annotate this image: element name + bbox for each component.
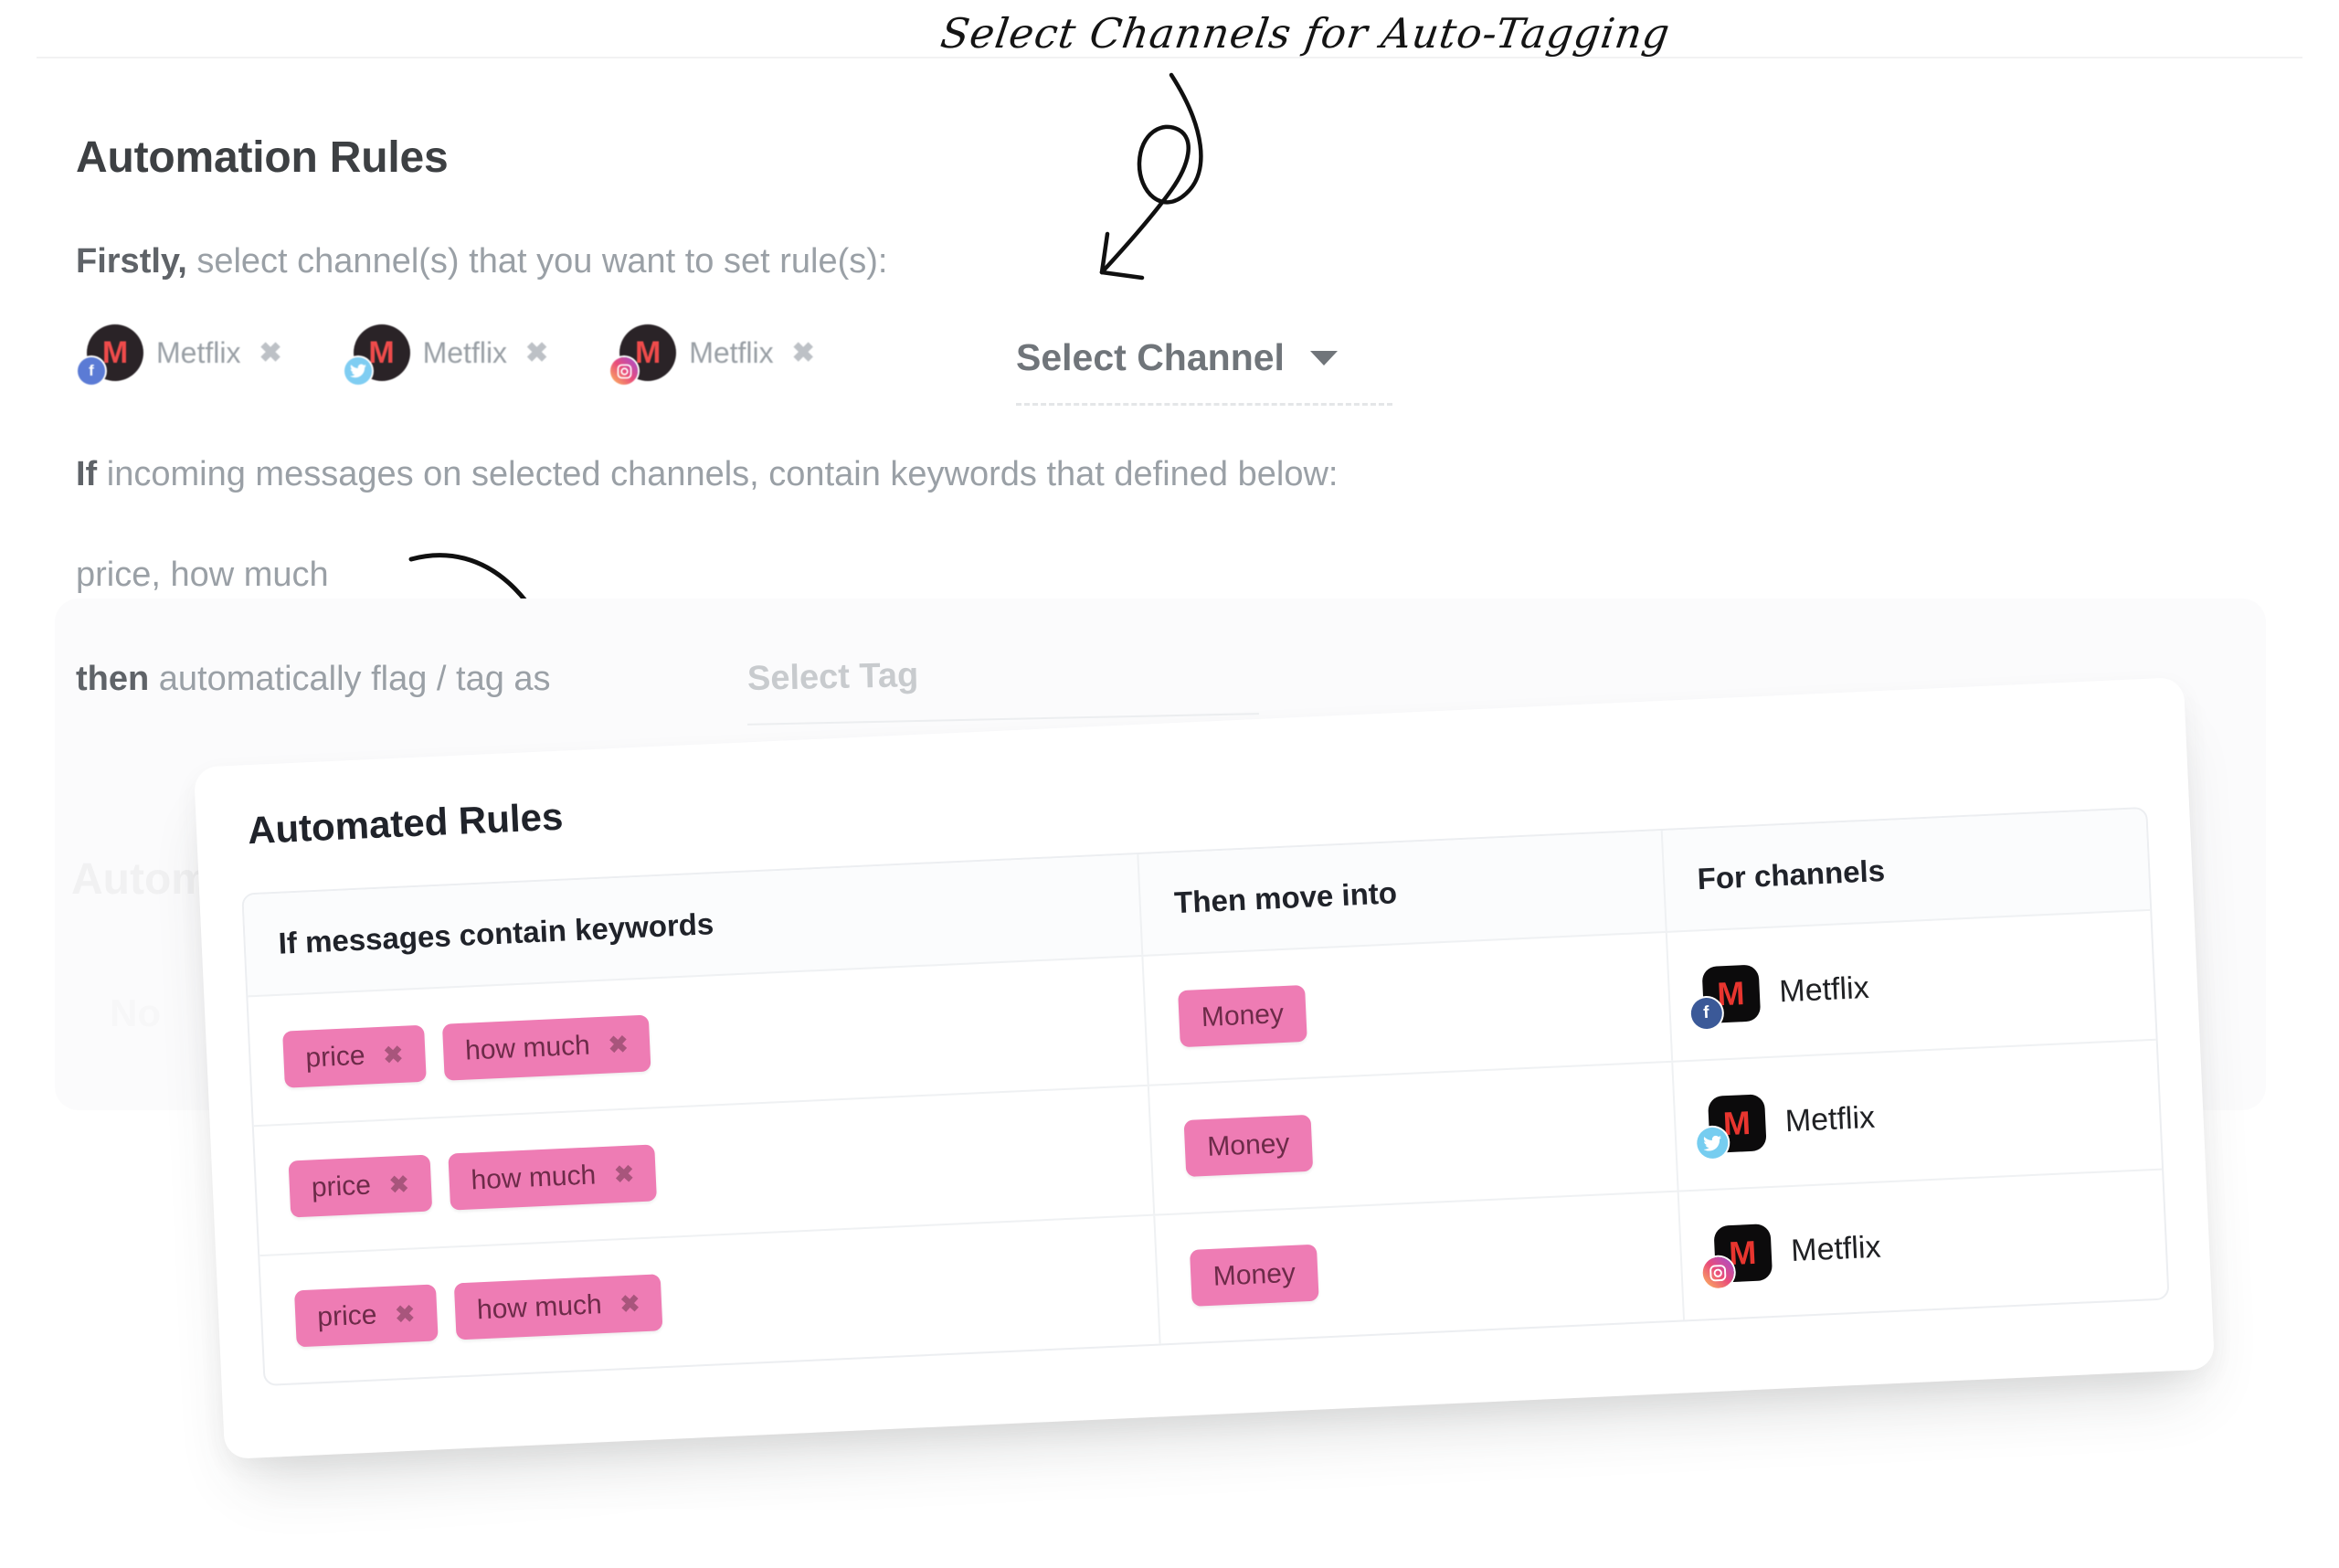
automated-rules-table: If messages contain keywords Then move i… (241, 806, 2170, 1387)
remove-keyword-icon[interactable]: ✖ (619, 1289, 640, 1319)
facebook-icon: f (78, 357, 105, 385)
background-text-obscured: No (110, 991, 161, 1034)
automated-rules-card: Automated Rules If messages contain keyw… (193, 676, 2216, 1460)
channel-chip-label: Metflix (689, 335, 774, 369)
channel-name: Metflix (1790, 1229, 1882, 1268)
keywords-input-value[interactable]: price, how much (76, 556, 329, 595)
remove-keyword-icon[interactable]: ✖ (388, 1170, 409, 1199)
keyword-tag[interactable]: how much ✖ (441, 1014, 651, 1081)
row-move-into-cell: Money (1148, 1062, 1678, 1214)
row-move-into-cell: Money (1153, 1192, 1683, 1344)
remove-keyword-icon[interactable]: ✖ (395, 1299, 416, 1329)
select-channel-dropdown[interactable]: Select Channel (1016, 336, 1392, 406)
twitter-icon (344, 357, 372, 385)
instagram-icon (1701, 1255, 1735, 1289)
keyword-tag-label: price (316, 1299, 378, 1333)
selected-channels-list: M f Metflix ✖ M Metflix ✖ M Metflix ✖ (78, 324, 886, 385)
row-channel-cell: M Metflix (1670, 1040, 2163, 1191)
column-header-for-channels: For channels (1660, 808, 2151, 931)
remove-keyword-icon[interactable]: ✖ (608, 1030, 629, 1059)
channel-name: Metflix (1783, 1099, 1876, 1139)
channel-chip-facebook[interactable]: M f Metflix ✖ (78, 324, 282, 385)
close-icon[interactable]: ✖ (525, 337, 548, 369)
avatar: M (1696, 1094, 1767, 1160)
close-icon[interactable]: ✖ (792, 337, 815, 369)
keyword-tag[interactable]: price ✖ (282, 1024, 427, 1088)
keyword-tag[interactable]: price ✖ (294, 1284, 439, 1348)
instruction-if: If incoming messages on selected channel… (76, 455, 1338, 494)
instruction-if-rest: incoming messages on selected channels, … (97, 455, 1339, 493)
avatar: M (1701, 1224, 1773, 1289)
chevron-down-icon (1309, 350, 1338, 366)
instruction-then: then automatically flag / tag as (76, 660, 551, 699)
remove-keyword-icon[interactable]: ✖ (613, 1160, 634, 1189)
keyword-tag-label: how much (470, 1160, 597, 1196)
instruction-firstly-rest: select channel(s) that you want to set r… (186, 242, 888, 281)
channel-name: Metflix (1778, 969, 1870, 1009)
keyword-tag[interactable]: price ✖ (288, 1154, 433, 1218)
close-icon[interactable]: ✖ (259, 337, 281, 369)
channel-chip-twitter[interactable]: M Metflix ✖ (344, 324, 548, 385)
instagram-icon (610, 357, 639, 385)
avatar: M f (78, 324, 143, 385)
select-tag-dropdown[interactable]: Select Tag (747, 656, 919, 699)
screenshot-root: Select Channels for Auto-Tagging Automat… (0, 0, 2339, 1568)
move-into-tag[interactable]: Money (1184, 1114, 1313, 1177)
keyword-tag-label: how much (476, 1289, 603, 1326)
keyword-tag-label: how much (464, 1030, 591, 1066)
avatar: M (344, 324, 410, 385)
twitter-icon (1696, 1127, 1729, 1160)
avatar: M f (1689, 964, 1761, 1030)
channel-chip-label: Metflix (422, 335, 508, 369)
row-channel-cell: M f Metflix (1665, 910, 2156, 1061)
instruction-firstly-bold: Firstly, (76, 242, 187, 281)
page-title: Automation Rules (76, 133, 449, 182)
move-into-tag[interactable]: Money (1190, 1244, 1319, 1307)
instruction-if-bold: If (76, 455, 98, 493)
instruction-then-bold: then (76, 660, 150, 698)
row-move-into-cell: Money (1141, 932, 1671, 1085)
keyword-tag[interactable]: how much ✖ (448, 1144, 658, 1211)
keyword-tag[interactable]: how much ✖ (453, 1274, 663, 1340)
keyword-tag-label: price (304, 1040, 366, 1074)
instruction-firstly: Firstly, select channel(s) that you want… (76, 242, 887, 281)
row-channel-cell: M Metflix (1677, 1170, 2168, 1320)
instruction-then-rest: automatically flag / tag as (149, 660, 551, 698)
keyword-tag-label: price (311, 1170, 372, 1203)
move-into-tag[interactable]: Money (1178, 984, 1307, 1048)
background-heading-obscured: Autom (71, 855, 210, 904)
remove-keyword-icon[interactable]: ✖ (383, 1040, 404, 1069)
facebook-icon: f (1689, 997, 1723, 1030)
avatar: M (610, 324, 677, 385)
select-channel-label: Select Channel (1016, 336, 1285, 378)
channel-chip-instagram[interactable]: M Metflix ✖ (610, 324, 815, 385)
channel-chip-label: Metflix (156, 335, 241, 369)
